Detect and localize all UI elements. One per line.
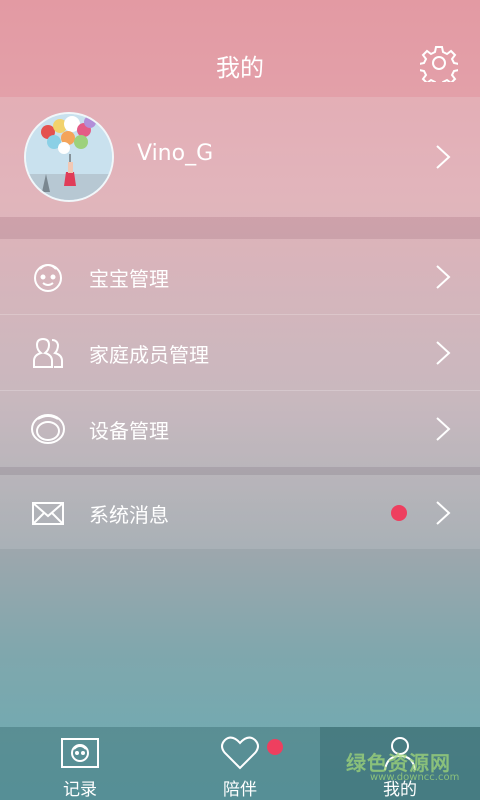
- chevron-right-icon: [436, 265, 451, 289]
- section-divider: [0, 467, 480, 475]
- tab-companion[interactable]: 陪伴: [160, 727, 320, 800]
- header-bar: 我的: [0, 0, 480, 97]
- management-menu: 宝宝管理 家庭成员管理 设备管理: [0, 239, 480, 467]
- chevron-right-icon: [436, 145, 451, 169]
- menu-label: 家庭成员管理: [89, 343, 209, 367]
- section-divider: [0, 217, 480, 239]
- family-members-icon: [33, 337, 63, 368]
- avatar-photo: [26, 114, 112, 200]
- gear-icon[interactable]: [420, 44, 458, 82]
- chevron-right-icon: [436, 341, 451, 365]
- envelope-icon: [32, 502, 64, 525]
- device-icon: [31, 414, 65, 444]
- watermark-url: www.downcc.com: [370, 772, 460, 783]
- menu-item-family-management[interactable]: 家庭成员管理: [0, 315, 480, 391]
- tab-label: 陪伴: [223, 780, 257, 800]
- chevron-right-icon: [436, 501, 451, 525]
- tab-record[interactable]: 记录: [0, 727, 160, 800]
- menu-item-baby-management[interactable]: 宝宝管理: [0, 239, 480, 315]
- unread-badge: [391, 505, 407, 521]
- messages-menu: 系统消息: [0, 475, 480, 549]
- menu-item-system-messages[interactable]: 系统消息: [0, 475, 480, 549]
- profile-row[interactable]: Vino_G: [0, 97, 480, 217]
- avatar[interactable]: [24, 112, 114, 202]
- menu-item-device-management[interactable]: 设备管理: [0, 391, 480, 467]
- menu-label: 设备管理: [89, 419, 169, 443]
- notification-badge: [267, 739, 283, 755]
- menu-label: 系统消息: [89, 503, 169, 527]
- page-title: 我的: [216, 54, 264, 82]
- menu-label: 宝宝管理: [89, 267, 169, 291]
- heart-icon: [221, 736, 259, 770]
- tab-label: 记录: [63, 780, 97, 800]
- record-face-icon: [61, 738, 99, 768]
- baby-face-icon: [34, 264, 62, 292]
- username: Vino_G: [137, 141, 214, 166]
- chevron-right-icon: [436, 417, 451, 441]
